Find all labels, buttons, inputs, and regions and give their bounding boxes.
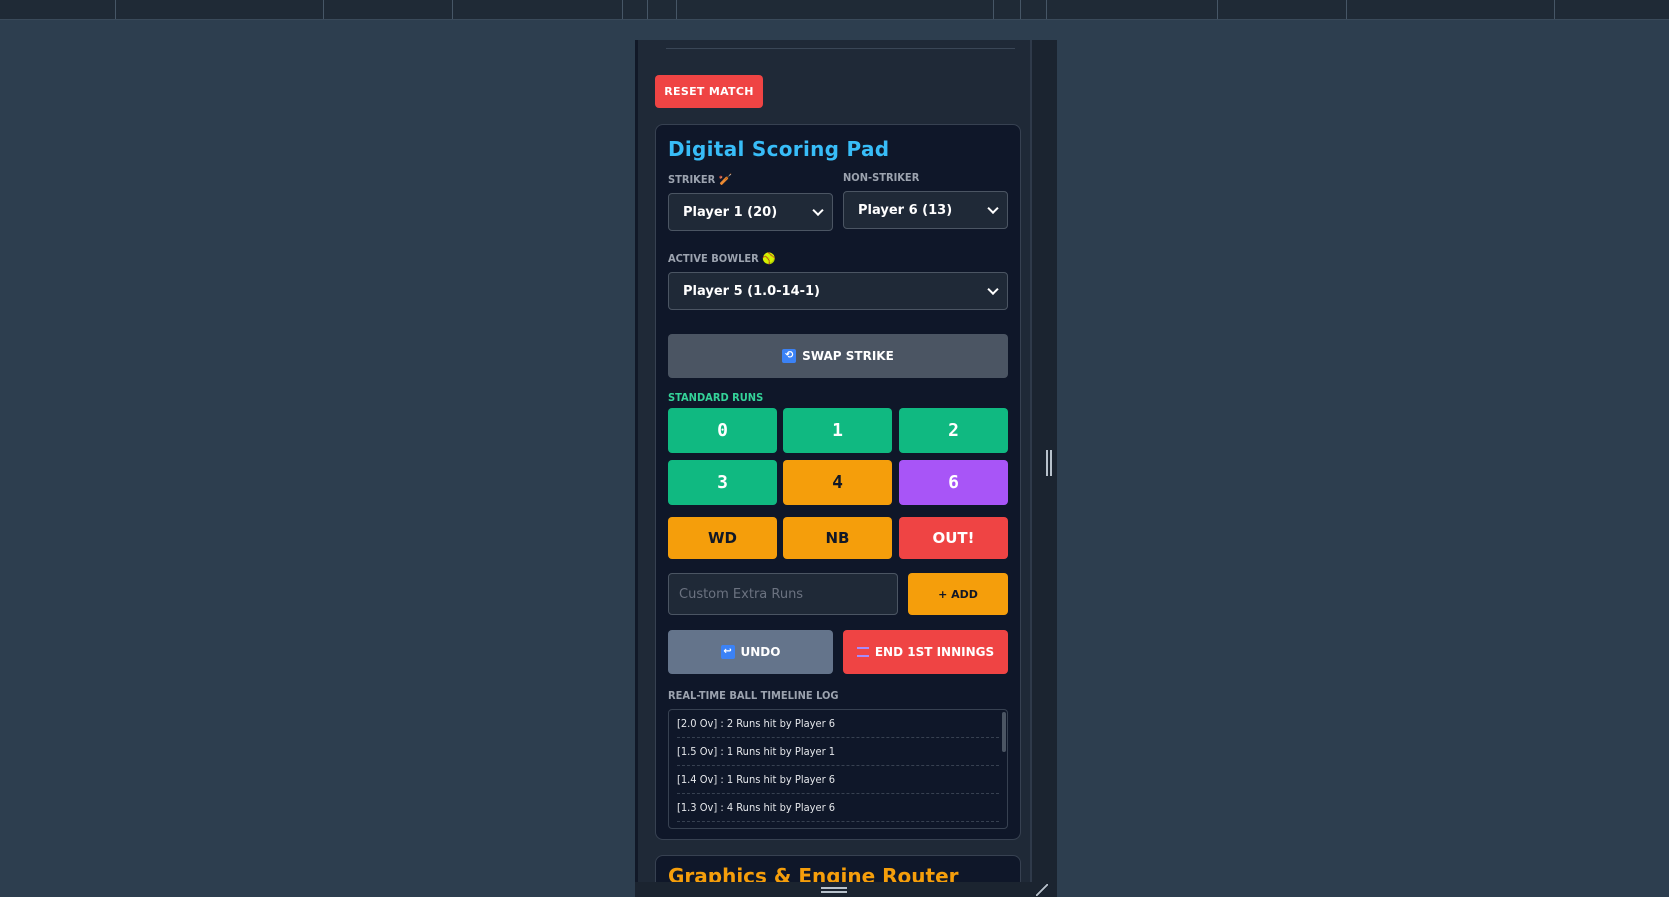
run-1-button[interactable]: 1 <box>783 408 892 453</box>
run-2-button[interactable]: 2 <box>899 408 1008 453</box>
topbar-divider <box>1346 0 1347 19</box>
browser-topbar <box>0 0 1669 20</box>
topbar-divider <box>647 0 648 19</box>
custom-extra-runs-input[interactable] <box>668 573 898 615</box>
digital-scoring-pad: Digital Scoring Pad STRIKER 🏏 NON-STRIKE… <box>655 124 1021 840</box>
topbar-divider <box>1554 0 1555 19</box>
log-entry: [1.4 Ov] : 1 Runs hit by Player 6 <box>677 766 999 794</box>
log-entry: [1.3 Ov] : 4 Runs hit by Player 6 <box>677 794 999 822</box>
run-0-button[interactable]: 0 <box>668 408 777 453</box>
striker-label: STRIKER 🏏 <box>668 173 733 186</box>
nonstriker-select-value: Player 6 (13) <box>858 202 953 218</box>
resize-corner-icon[interactable] <box>1036 884 1048 896</box>
swap-strike-button[interactable]: ⟲ SWAP STRIKE <box>668 334 1008 378</box>
resize-grip-icon[interactable] <box>1046 450 1052 476</box>
end-innings-button[interactable]: END 1ST INNINGS <box>843 630 1008 674</box>
topbar-divider <box>622 0 623 19</box>
wide-button[interactable]: WD <box>668 517 777 559</box>
chevron-down-icon <box>812 204 824 217</box>
topbar-divider <box>1217 0 1218 19</box>
swap-strike-label: SWAP STRIKE <box>802 349 894 363</box>
nonstriker-select[interactable]: Player 6 (13) <box>843 191 1008 229</box>
out-button[interactable]: OUT! <box>899 517 1008 559</box>
striker-select-value: Player 1 (20) <box>683 204 778 220</box>
drag-handle-icon[interactable] <box>821 887 847 893</box>
swap-icon: ⟲ <box>782 349 797 363</box>
striker-select[interactable]: Player 1 (20) <box>668 193 833 231</box>
topbar-divider <box>452 0 453 19</box>
timeline-log[interactable]: [2.0 Ov] : 2 Runs hit by Player 6 [1.5 O… <box>668 709 1008 829</box>
undo-icon: ↩ <box>720 645 735 659</box>
chevron-down-icon <box>987 202 999 215</box>
topbar-divider <box>115 0 116 19</box>
bowler-select-value: Player 5 (1.0-14-1) <box>683 283 820 299</box>
no-ball-button[interactable]: NB <box>783 517 892 559</box>
topbar-divider <box>1046 0 1047 19</box>
bowler-select[interactable]: Player 5 (1.0-14-1) <box>668 272 1008 310</box>
end-innings-label: END 1ST INNINGS <box>874 645 995 659</box>
nonstriker-label: NON-STRIKER <box>843 171 920 184</box>
undo-button[interactable]: ↩ UNDO <box>668 630 833 674</box>
run-4-button[interactable]: 4 <box>783 460 892 505</box>
side-panel: RESET MATCH Digital Scoring Pad STRIKER … <box>635 40 1057 897</box>
log-scrollbar[interactable] <box>1002 712 1006 752</box>
run-3-button[interactable]: 3 <box>668 460 777 505</box>
undo-label: UNDO <box>740 645 781 659</box>
log-entry: [1.5 Ov] : 1 Runs hit by Player 1 <box>677 738 999 766</box>
divider <box>666 48 1015 49</box>
bowler-label: ACTIVE BOWLER 🥎 <box>668 252 776 265</box>
topbar-divider <box>993 0 994 19</box>
timeline-log-label: REAL-TIME BALL TIMELINE LOG <box>668 689 839 702</box>
chevron-down-icon <box>987 283 999 296</box>
standard-runs-label: STANDARD RUNS <box>668 391 764 404</box>
end-innings-icon <box>856 647 869 657</box>
run-6-button[interactable]: 6 <box>899 460 1008 505</box>
panel-resize-strip[interactable] <box>1032 40 1057 897</box>
topbar-divider <box>323 0 324 19</box>
reset-match-button[interactable]: RESET MATCH <box>655 75 763 108</box>
add-extra-button[interactable]: + ADD <box>908 573 1008 615</box>
topbar-divider <box>1020 0 1021 19</box>
log-entry: [2.0 Ov] : 2 Runs hit by Player 6 <box>677 710 999 738</box>
card-title: Digital Scoring Pad <box>668 137 890 161</box>
topbar-divider <box>676 0 677 19</box>
